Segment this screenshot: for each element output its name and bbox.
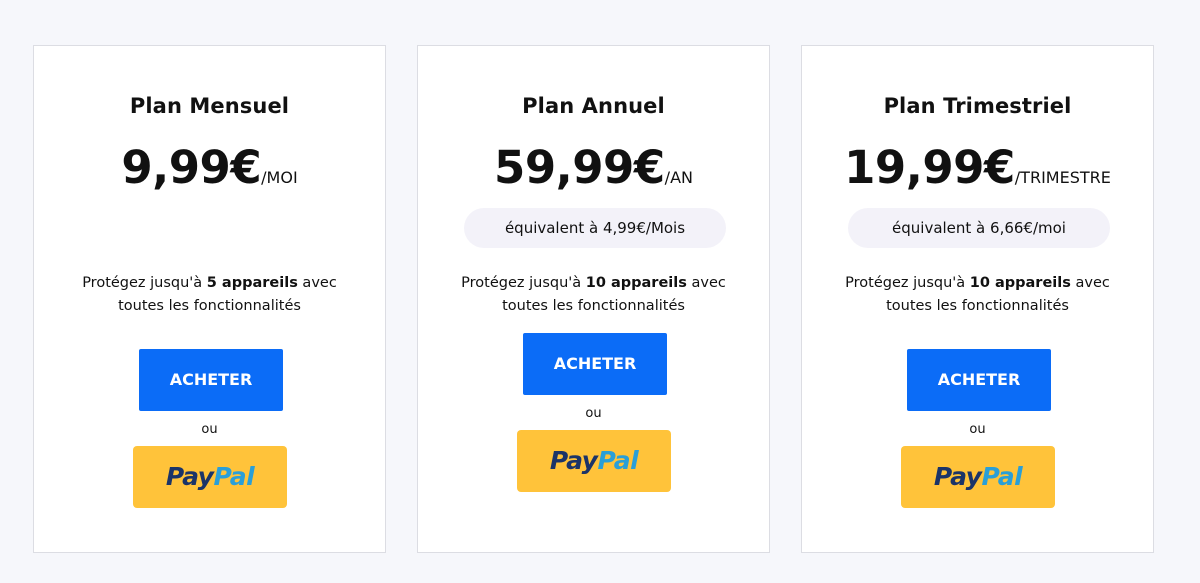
pricing-card-quarterly: Plan Trimestriel 19,99€/TRIMESTRE équiva… — [801, 45, 1154, 553]
features-line2: toutes les fonctionnalités — [886, 298, 1069, 314]
features-prefix: Protégez jusqu'à — [82, 275, 207, 291]
equivalent-price-badge: équivalent à 4,99€/Mois — [464, 208, 726, 248]
features-device-count: 10 appareils — [585, 275, 687, 291]
price-row: 19,99€/TRIMESTRE — [802, 141, 1153, 194]
paypal-logo-pal: Pal — [597, 446, 639, 475]
paypal-logo-pal: Pal — [213, 462, 255, 491]
plan-title: Plan Trimestriel — [883, 94, 1072, 118]
features-text: Protégez jusqu'à 10 appareils avec toute… — [418, 272, 769, 318]
paypal-button[interactable]: PayPal — [517, 430, 671, 492]
or-separator: ou — [201, 422, 218, 437]
buy-button[interactable]: ACHETER — [907, 349, 1051, 411]
price-row: 9,99€/MOI — [34, 141, 385, 194]
price-row: 59,99€/AN — [418, 141, 769, 194]
features-line2: toutes les fonctionnalités — [502, 298, 685, 314]
plan-title: Plan Annuel — [522, 94, 665, 118]
pricing-card-monthly: Plan Mensuel 9,99€/MOI Protégez jusqu'à … — [33, 45, 386, 553]
price-period: /TRIMESTRE — [1014, 168, 1111, 187]
features-suffix: avec — [297, 275, 337, 291]
price-period: /AN — [664, 168, 693, 187]
price-period: /MOI — [261, 168, 298, 187]
paypal-button[interactable]: PayPal — [133, 446, 287, 508]
features-device-count: 10 appareils — [969, 275, 1071, 291]
paypal-logo-pay: Pay — [549, 446, 598, 475]
paypal-logo-pay: Pay — [933, 462, 982, 491]
plan-title: Plan Mensuel — [129, 94, 290, 118]
features-device-count: 5 appareils — [206, 275, 298, 291]
or-separator: ou — [969, 422, 986, 437]
features-text: Protégez jusqu'à 5 appareils avec toutes… — [34, 272, 385, 318]
equivalent-price-badge: équivalent à 6,66€/moi — [848, 208, 1110, 248]
price-amount: 59,99€ — [494, 141, 665, 194]
buy-button[interactable]: ACHETER — [139, 349, 283, 411]
price-amount: 19,99€ — [844, 141, 1015, 194]
paypal-logo-pay: Pay — [165, 462, 214, 491]
or-separator: ou — [585, 406, 602, 421]
features-prefix: Protégez jusqu'à — [461, 275, 586, 291]
paypal-button[interactable]: PayPal — [901, 446, 1055, 508]
features-suffix: avec — [1070, 275, 1110, 291]
features-prefix: Protégez jusqu'à — [845, 275, 970, 291]
buy-button[interactable]: ACHETER — [523, 333, 667, 395]
price-amount: 9,99€ — [121, 141, 262, 194]
pricing-card-annual: Plan Annuel 59,99€/AN équivalent à 4,99€… — [417, 45, 770, 553]
paypal-logo-pal: Pal — [981, 462, 1023, 491]
features-suffix: avec — [686, 275, 726, 291]
features-line2: toutes les fonctionnalités — [118, 298, 301, 314]
features-text: Protégez jusqu'à 10 appareils avec toute… — [802, 272, 1153, 318]
